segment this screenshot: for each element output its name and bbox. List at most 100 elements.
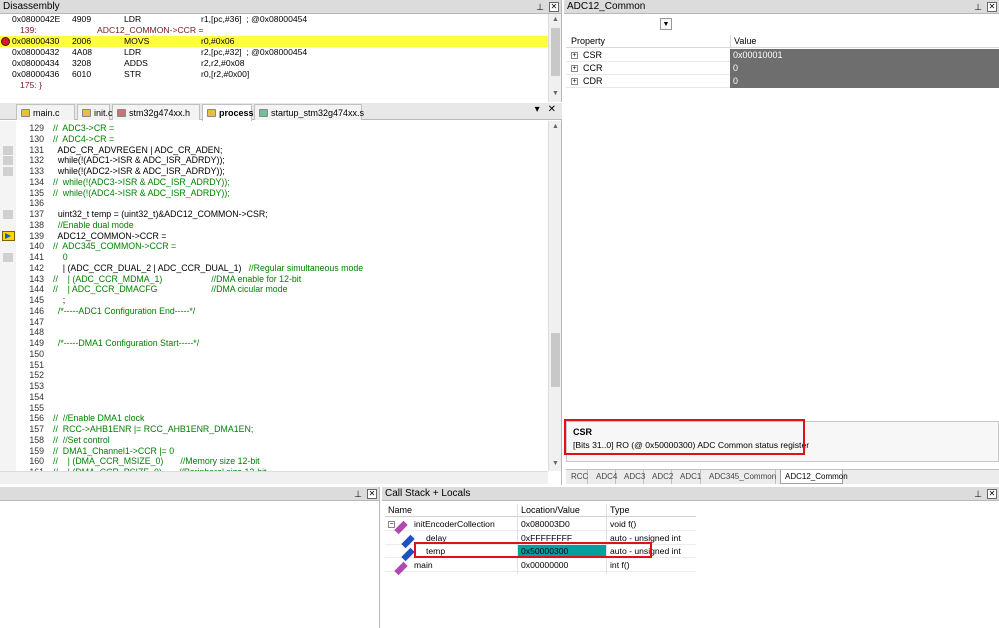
tab-startup-stm32g474xx-s[interactable]: startup_stm32g474xx.s [254, 104, 364, 120]
code-line[interactable]: 133 while(!(ADC2->ISR & ADC_ISR_ADRDY)); [0, 166, 548, 177]
register-name: CDR [583, 76, 603, 86]
register-row-ccr[interactable]: + CCR 0 [566, 62, 999, 75]
code-line[interactable]: 140 // ADC345_COMMON->CCR = [0, 241, 548, 252]
code-area[interactable]: 129// ADC3->CR = 130// ADC4->CR = 131 ADC_… [0, 121, 548, 471]
register-value[interactable]: 0 [730, 75, 999, 88]
code-line[interactable]: 154 [0, 392, 548, 403]
scroll-down-icon[interactable]: ▼ [549, 88, 561, 100]
tab-main-c[interactable]: main.c [16, 104, 75, 120]
register-value[interactable]: 0x00010001 [730, 49, 999, 62]
code-text: while(!(ADC1->ISR & ADC_ISR_ADRDY)); [53, 155, 225, 166]
tab-list-dropdown-icon[interactable]: ▾ [535, 104, 540, 115]
code-line[interactable]: 144 // | ADC_CCR_DMACFG //DMA cicular mod… [0, 284, 548, 295]
code-line[interactable]: 156 // //Enable DMA1 clock [0, 413, 548, 424]
code-line[interactable]: 159 // DMA1_Channel1->CCR |= 0 [0, 446, 548, 457]
expand-icon[interactable]: + [571, 52, 578, 59]
tab-adc345_common[interactable]: ADC345_Common [705, 470, 776, 484]
code-line[interactable]: 143 // | (ADC_CCR_MDMA_1) //DMA enable fo… [0, 274, 548, 285]
code-line[interactable]: 134 // while(!(ADC3->ISR & ADC_ISR_ADRDY)… [0, 177, 548, 188]
code-line[interactable]: 158 // //Set control [0, 435, 548, 446]
line-number: 158 [29, 434, 44, 445]
code-line[interactable]: 157 // RCC->AHB1ENR |= RCC_AHB1ENR_DMA1EN… [0, 424, 548, 435]
code-line[interactable]: 131 ADC_CR_ADVREGEN | ADC_CR_ADEN; [0, 145, 548, 156]
code-line[interactable]: 148 [0, 327, 548, 338]
pin-icon[interactable]: ⊥ [973, 2, 983, 12]
code-line[interactable]: 130 // ADC4->CR = [0, 134, 548, 145]
code-line[interactable]: 145 ; [0, 295, 548, 306]
location-value[interactable]: 0x080003D0 [518, 518, 607, 531]
code-line[interactable]: 141 0 [0, 252, 548, 263]
close-icon[interactable]: ✕ [367, 489, 377, 499]
tab-adc1[interactable]: ADC1 [676, 470, 701, 484]
code-line[interactable]: 129 // ADC3->CR = [0, 123, 548, 134]
editor-vertical-scrollbar[interactable]: ▲ ▼ [548, 121, 561, 471]
tab-adc3[interactable]: ADC3 [620, 470, 645, 484]
code-line[interactable]: 136 [0, 198, 548, 209]
disassembly-line[interactable]: 0x08000432 4A08 LDR r2,[pc,#32] ; @0x080004… [0, 47, 548, 58]
disassembly-line[interactable]: 0x08000434 3208 ADDS r2,r2,#0x08 [0, 58, 548, 69]
line-number: 145 [29, 295, 44, 305]
tab-adc12_common[interactable]: ADC12_Common [780, 470, 848, 484]
tab-label: init.c [94, 108, 113, 118]
tab-adc4[interactable]: ADC4 [592, 470, 617, 484]
code-line[interactable]: 138 //Enable dual mode [0, 220, 548, 231]
code-line[interactable]: 137 uint32_t temp = (uint32_t)&ADC12_COM… [0, 209, 548, 220]
disassembly-line[interactable]: 0x08000430 2006 MOVS r0,#0x06 [0, 36, 548, 47]
disassembly-line[interactable]: 175: } [0, 80, 548, 91]
disassembly-line[interactable]: 139: ADC12_COMMON->CCR = [0, 25, 548, 36]
pin-icon[interactable]: ⊥ [535, 2, 545, 12]
location-value[interactable]: 0x00000000 [518, 559, 607, 572]
scrollbar-thumb[interactable] [551, 333, 560, 387]
disasm-mnemonic: LDR [124, 14, 142, 24]
code-line[interactable]: 146 /*-----ADC1 Configuration End-----*/ [0, 306, 548, 317]
register-name: CCR [583, 63, 603, 73]
close-tab-icon[interactable]: ✕ [548, 104, 556, 115]
close-icon[interactable]: ✕ [987, 489, 997, 499]
collapse-icon[interactable]: − [388, 521, 395, 528]
file-icon [21, 109, 30, 117]
scroll-down-icon[interactable]: ▼ [549, 458, 562, 470]
expand-icon[interactable]: + [571, 65, 578, 72]
code-text: ADC12_COMMON->CCR = [53, 230, 167, 241]
code-line[interactable]: 153 [0, 381, 548, 392]
register-row-cdr[interactable]: + CDR 0 [566, 75, 999, 88]
register-value[interactable]: 0 [730, 62, 999, 75]
editor-horizontal-scrollbar[interactable] [0, 471, 548, 484]
code-line[interactable]: 132 while(!(ADC1->ISR & ADC_ISR_ADRDY)); [0, 155, 548, 166]
disassembly-line[interactable]: 0x08000436 6010 STR r0,[r2,#0x00] [0, 69, 548, 80]
close-icon[interactable]: ✕ [549, 2, 559, 12]
code-line[interactable]: 135 // while(!(ADC4->ISR & ADC_ISR_ADRDY)… [0, 188, 548, 199]
disassembly-scrollbar[interactable]: ▲ ▼ [548, 14, 561, 102]
peripheral-title-bar: ADC12_Common ⊥ ✕ [564, 0, 999, 14]
disasm-mnemonic: ADDS [124, 58, 148, 68]
tab-rcc[interactable]: RCC [567, 470, 588, 484]
close-icon[interactable]: ✕ [987, 2, 997, 12]
tab-init-c[interactable]: init.c [77, 104, 113, 120]
callstack-row[interactable]: main 0x00000000 int f() [385, 559, 696, 575]
tab-adc2[interactable]: ADC2 [648, 470, 673, 484]
code-line[interactable]: 142 | (ADC_CCR_DUAL_2 | ADC_CCR_DUAL_1) … [0, 263, 548, 274]
peripheral-selector-dropdown[interactable]: ▼ [660, 18, 672, 30]
code-line[interactable]: 160 // | (DMA_CCR_MSIZE_0) //Memory size … [0, 456, 548, 467]
expand-icon[interactable]: + [571, 78, 578, 85]
tab-stm32g474xx-h[interactable]: stm32g474xx.h [112, 104, 200, 120]
code-line[interactable]: 151 [0, 360, 548, 371]
tab-process-c[interactable]: process.c [202, 104, 261, 121]
annotation-highlight-box [414, 542, 652, 558]
pin-icon[interactable]: ⊥ [353, 489, 363, 499]
scrollbar-thumb[interactable] [551, 28, 560, 76]
code-line[interactable]: 152 [0, 370, 548, 381]
code-line[interactable]: 147 [0, 317, 548, 328]
callstack-row[interactable]: − initEncoderCollection 0x080003D0 void f() [385, 518, 696, 535]
register-row-csr[interactable]: + CSR 0x00010001 [566, 49, 999, 62]
code-line[interactable]: 149 /*-----DMA1 Configuration Start-----… [0, 338, 548, 349]
code-line[interactable]: 155 [0, 403, 548, 414]
code-text: // //Set control [53, 434, 110, 445]
scroll-up-icon[interactable]: ▲ [549, 14, 561, 26]
code-line[interactable]: 139 ADC12_COMMON->CCR = [0, 230, 548, 242]
scroll-up-icon[interactable]: ▲ [549, 121, 562, 133]
pin-icon[interactable]: ⊥ [973, 489, 983, 499]
disassembly-line[interactable]: 0x0800042E 4909 LDR r1,[pc,#36] ; @0x080004… [0, 14, 548, 25]
code-line[interactable]: 150 [0, 349, 548, 360]
name-column-header: Name [388, 505, 413, 515]
